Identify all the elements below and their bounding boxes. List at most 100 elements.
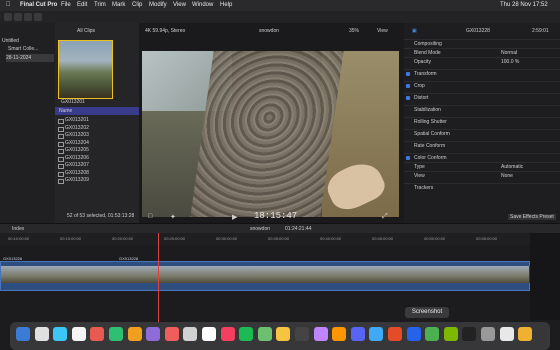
clip-frame[interactable] — [192, 266, 218, 283]
dock-app-icon[interactable] — [109, 327, 123, 341]
type-row[interactable]: Type Automatic — [404, 162, 560, 171]
dock-app-icon[interactable] — [164, 327, 179, 341]
color-conform-row[interactable]: Color Conform — [404, 153, 560, 162]
rate-conform-row[interactable]: Rate Conform — [404, 141, 560, 150]
clip-filter[interactable]: All Clips — [77, 28, 95, 34]
list-item[interactable]: GX013201 — [55, 117, 139, 125]
clip-frame[interactable] — [292, 266, 318, 283]
list-item[interactable]: GX013203 — [55, 132, 139, 140]
clip-frame[interactable] — [492, 266, 530, 283]
app-menu[interactable]: Final Cut Pro — [20, 0, 57, 11]
list-item[interactable]: GX013209 — [55, 177, 139, 185]
stabilization-row[interactable]: Stabilization — [404, 105, 560, 114]
fullscreen-icon[interactable]: ⤢ — [382, 213, 388, 221]
opacity-row[interactable]: Opacity 100.0 % — [404, 57, 560, 66]
checkbox-icon[interactable] — [406, 84, 410, 88]
photos-icon[interactable] — [14, 13, 22, 21]
clip-frame[interactable] — [392, 266, 418, 283]
clock[interactable]: Thu 28 Nov 17:52 — [500, 0, 548, 11]
dock-app-icon[interactable] — [276, 327, 291, 341]
dock-app-icon[interactable] — [257, 327, 272, 341]
menu-clip[interactable]: Clip — [132, 0, 142, 11]
dock-app-icon[interactable] — [90, 327, 105, 341]
dock-app-icon[interactable] — [295, 327, 309, 341]
menu-help[interactable]: Help — [220, 0, 232, 11]
timeline-ruler[interactable]: 00:10:00:00 00:15:00:00 00:20:00:00 00:2… — [0, 233, 560, 245]
dock-app-icon[interactable] — [443, 327, 458, 341]
enhance-icon[interactable]: ✦ — [170, 213, 176, 221]
list-item[interactable]: GX013208 — [55, 170, 139, 178]
titles-icon[interactable] — [24, 13, 32, 21]
dock-app-icon[interactable] — [388, 327, 402, 341]
clip-frame[interactable] — [1, 266, 27, 283]
video-inspector-icon[interactable]: ▣ — [412, 28, 417, 34]
dock-app-icon[interactable] — [16, 327, 30, 341]
dock-app-icon[interactable] — [53, 327, 68, 341]
dock-app-icon[interactable] — [183, 327, 198, 341]
save-effects-preset-button[interactable]: Save Effects Preset — [508, 214, 556, 220]
menu-trim[interactable]: Trim — [94, 0, 106, 11]
clip-frame[interactable] — [101, 266, 118, 283]
dock-app-icon[interactable] — [518, 327, 533, 341]
clip-frame[interactable] — [167, 266, 193, 283]
dock-app-icon[interactable] — [220, 327, 235, 341]
dock-app-icon[interactable] — [481, 327, 495, 341]
clip-frame[interactable] — [217, 266, 243, 283]
checkbox-icon[interactable] — [406, 72, 410, 76]
dock-app-icon[interactable] — [313, 327, 328, 341]
dock-app-icon[interactable] — [369, 327, 384, 341]
clip-frame[interactable] — [367, 266, 393, 283]
list-item[interactable]: GX013202 — [55, 125, 139, 133]
play-icon[interactable]: ▶ — [232, 213, 237, 221]
library-toggle-icon[interactable] — [4, 13, 12, 21]
blend-mode-row[interactable]: Blend Mode Normal — [404, 48, 560, 57]
crop-row[interactable]: Crop — [404, 81, 560, 90]
clip-frame[interactable] — [267, 266, 293, 283]
dock-app-icon[interactable] — [350, 327, 365, 341]
zoom-menu[interactable]: 35% — [349, 28, 359, 34]
spatial-conform-row[interactable]: Spatial Conform — [404, 129, 560, 138]
dock-app-icon[interactable] — [127, 327, 142, 341]
list-item[interactable]: GX013204 — [55, 140, 139, 148]
library-item-event[interactable]: 28-11-2024 — [6, 54, 54, 62]
menu-file[interactable]: File — [61, 0, 71, 11]
dock-app-icon[interactable] — [71, 327, 86, 341]
import-icon[interactable] — [34, 13, 42, 21]
checkbox-icon[interactable] — [406, 156, 410, 160]
dock-app-icon[interactable] — [332, 327, 347, 341]
clip-frame[interactable] — [317, 266, 343, 283]
trackers-row[interactable]: Trackers — [404, 183, 560, 192]
name-column-header[interactable]: Name — [55, 107, 139, 115]
view-row[interactable]: View None — [404, 171, 560, 180]
clip-frame[interactable] — [342, 266, 368, 283]
clip-frame[interactable] — [51, 266, 77, 283]
dock-app-icon[interactable] — [146, 327, 161, 341]
list-item[interactable]: GX013206 — [55, 155, 139, 163]
menu-view[interactable]: View — [173, 0, 186, 11]
section-compositing[interactable]: Compositing — [404, 39, 560, 48]
clip-frame[interactable] — [26, 266, 52, 283]
library-item-untitled[interactable]: Untitled — [2, 37, 19, 45]
clip-frame[interactable] — [467, 266, 493, 283]
dock-app-icon[interactable] — [202, 327, 216, 341]
video-frame[interactable] — [142, 51, 399, 217]
playhead[interactable] — [158, 233, 159, 323]
clip-frame[interactable] — [142, 266, 168, 283]
menu-modify[interactable]: Modify — [149, 0, 167, 11]
clip-frame[interactable] — [242, 266, 268, 283]
view-menu[interactable]: View — [377, 28, 388, 34]
list-item[interactable]: GX013207 — [55, 162, 139, 170]
dock-app-icon[interactable] — [34, 327, 49, 341]
clip-thumbnail[interactable] — [58, 40, 113, 99]
distort-row[interactable]: Distort — [404, 93, 560, 102]
apple-icon[interactable]:  — [6, 0, 11, 11]
dock-app-icon[interactable] — [499, 327, 514, 341]
dock-app-icon[interactable] — [462, 327, 477, 341]
clip-frame[interactable] — [442, 266, 468, 283]
crop-tool-icon[interactable]: □ — [148, 213, 152, 220]
storyline-track[interactable]: GX013226 GX013228 — [0, 256, 530, 291]
dock-app-icon[interactable] — [425, 327, 440, 341]
clip-frame[interactable] — [76, 266, 102, 283]
transform-row[interactable]: Transform — [404, 69, 560, 78]
menu-edit[interactable]: Edit — [77, 0, 87, 11]
